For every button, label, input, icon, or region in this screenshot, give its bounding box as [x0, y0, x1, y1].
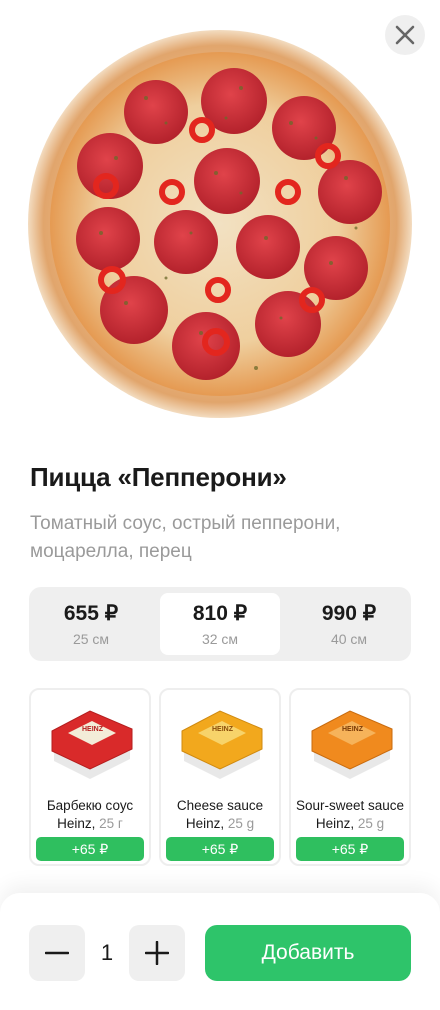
sauce-image: HEINZ	[164, 693, 276, 787]
size-price: 655 ₽	[63, 602, 119, 625]
pizza-image	[26, 28, 414, 420]
add-to-cart-button[interactable]: Добавить	[205, 925, 411, 981]
size-diameter: 32 см	[201, 631, 239, 647]
add-sauce-button[interactable]: +65 ₽	[36, 837, 144, 861]
quantity-value: 1	[100, 940, 114, 965]
size-option-32[interactable]: 810 ₽ 32 см	[160, 593, 280, 655]
product-description: Томатный соус, острый пепперони, моцарел…	[30, 513, 341, 562]
size-diameter: 40 см	[330, 631, 368, 647]
sauce-name: Барбекю соус Heinz, 25 г	[46, 798, 134, 831]
sauce-card-cheese: HEINZ Cheese sauce Heinz, 25 g +65 ₽	[159, 688, 281, 866]
sauce-card-bbq: HEINZ Барбекю соус Heinz, 25 г +65 ₽	[29, 688, 151, 866]
decrease-quantity-button[interactable]	[29, 925, 85, 981]
svg-text:HEINZ: HEINZ	[342, 726, 364, 733]
size-option-40[interactable]: 990 ₽ 40 см	[289, 593, 409, 655]
size-price: 990 ₽	[321, 602, 377, 625]
add-sauce-button[interactable]: +65 ₽	[166, 837, 274, 861]
sauce-name: Sour-sweet sauce Heinz, 25 g	[295, 798, 405, 831]
sauce-card-sour-sweet: HEINZ Sour-sweet sauce Heinz, 25 g +65 ₽	[289, 688, 411, 866]
increase-quantity-button[interactable]	[129, 925, 185, 981]
size-selector: 655 ₽ 25 см 810 ₽ 32 см 990 ₽ 40 см	[29, 587, 411, 661]
size-diameter: 25 см	[72, 631, 110, 647]
sauce-image: HEINZ	[294, 693, 406, 787]
svg-text:HEINZ: HEINZ	[212, 726, 234, 733]
plus-icon	[145, 941, 169, 965]
bottom-bar: 1 Добавить	[0, 893, 440, 1010]
add-sauce-button[interactable]: +65 ₽	[296, 837, 404, 861]
sauce-name: Cheese sauce Heinz, 25 g	[176, 798, 264, 831]
minus-icon	[45, 951, 69, 955]
svg-text:HEINZ: HEINZ	[82, 726, 104, 733]
size-option-25[interactable]: 655 ₽ 25 см	[31, 593, 151, 655]
sauce-image: HEINZ	[34, 693, 146, 787]
product-title: Пицца «Пепперони»	[30, 462, 287, 492]
size-price: 810 ₽	[192, 602, 248, 625]
